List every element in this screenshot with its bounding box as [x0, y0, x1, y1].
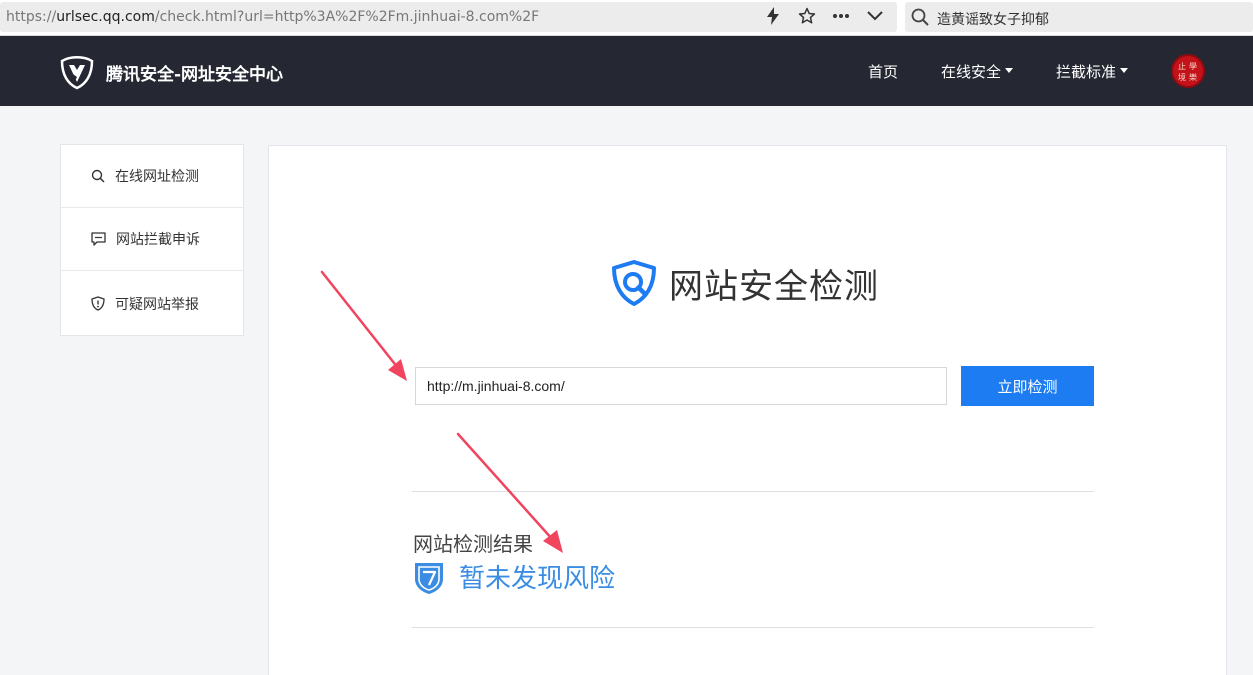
search-icon — [91, 169, 105, 183]
sidebar-item-url-check[interactable]: 在线网址检测 — [61, 145, 243, 208]
lightning-icon[interactable] — [763, 6, 783, 26]
sidebar-item-label: 可疑网站举报 — [115, 296, 199, 313]
check-now-button[interactable]: 立即检测 — [961, 366, 1094, 406]
browser-toolbar: https://urlsec.qq.com/check.html?url=htt… — [0, 0, 1253, 36]
avatar-char: 境 — [1178, 72, 1186, 82]
browser-search-box[interactable]: 造黄谣致女子抑郁 — [905, 2, 1253, 32]
main-panel: 网站安全检测 立即检测 网站检测结果 暂未发现风险 — [268, 145, 1227, 675]
nav-home[interactable]: 首页 — [868, 61, 898, 82]
sidebar: 在线网址检测 网站拦截申诉 可疑网站举报 — [60, 144, 244, 336]
result-label: 网站检测结果 — [413, 532, 533, 556]
brand-title[interactable]: 腾讯安全-网址安全中心 — [106, 60, 283, 85]
sidebar-item-report[interactable]: 可疑网站举报 — [61, 272, 243, 335]
dropdown-caret-icon — [1005, 68, 1014, 73]
chevron-down-icon[interactable] — [865, 6, 885, 26]
page-title-group: 网站安全检测 — [609, 258, 879, 308]
divider — [412, 627, 1094, 628]
page-title: 网站安全检测 — [669, 266, 879, 307]
sidebar-item-label: 在线网址检测 — [115, 169, 199, 185]
sidebar-item-appeal[interactable]: 网站拦截申诉 — [61, 208, 243, 271]
star-icon[interactable] — [797, 6, 817, 26]
dropdown-caret-icon — [1120, 68, 1129, 73]
avatar-char: 學 — [1189, 61, 1197, 71]
site-header: 腾讯安全-网址安全中心 首页 在线安全 拦截标准 止 學 境 樂 — [0, 36, 1253, 106]
address-text: https://urlsec.qq.com/check.html?url=htt… — [6, 9, 540, 25]
shield-check-icon — [415, 562, 443, 594]
sidebar-item-label: 网站拦截申诉 — [116, 232, 200, 248]
result-row: 暂未发现风险 — [413, 558, 615, 595]
nav-online-security[interactable]: 在线安全 — [941, 61, 1014, 82]
divider — [412, 491, 1094, 492]
shield-search-icon — [612, 260, 656, 306]
search-icon — [911, 8, 929, 30]
avatar-char: 樂 — [1189, 72, 1197, 82]
user-avatar[interactable]: 止 學 境 樂 — [1171, 54, 1205, 88]
message-icon — [91, 232, 106, 246]
tencent-security-logo-icon[interactable] — [58, 53, 96, 91]
result-status: 暂未发现风险 — [459, 564, 616, 594]
more-icon[interactable] — [831, 6, 851, 26]
search-query: 造黄谣致女子抑郁 — [937, 12, 1049, 28]
shield-alert-icon — [91, 296, 105, 311]
avatar-char: 止 — [1178, 61, 1186, 71]
nav-block-standards[interactable]: 拦截标准 — [1056, 61, 1129, 82]
url-input[interactable] — [415, 367, 947, 405]
